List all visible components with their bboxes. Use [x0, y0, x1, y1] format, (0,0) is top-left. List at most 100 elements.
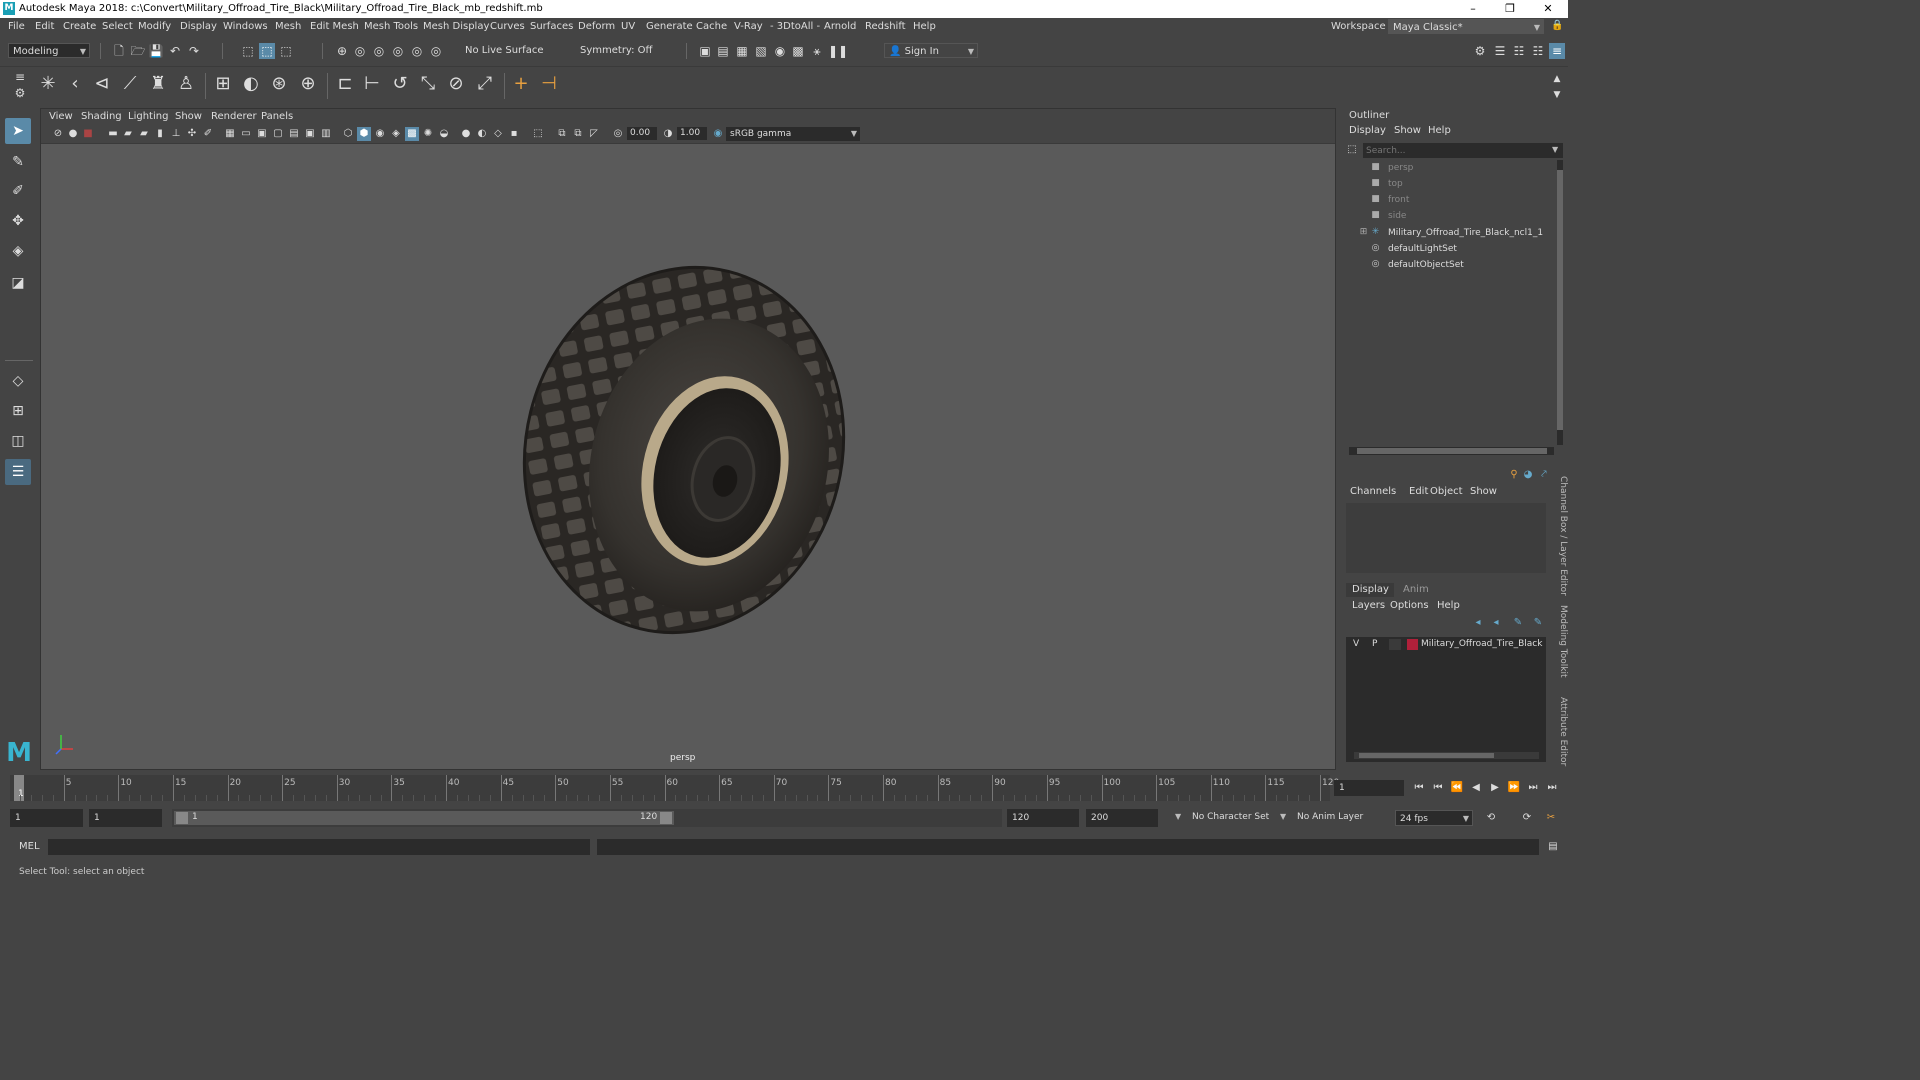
tab-anim[interactable]: Anim — [1403, 584, 1429, 595]
live-surface-field[interactable]: No Live Surface — [461, 43, 546, 58]
wireframe-icon[interactable]: ⬡ — [341, 127, 355, 141]
save-scene-icon[interactable]: 💾 — [148, 43, 164, 59]
go-to-end-icon[interactable]: ⏭ — [1545, 781, 1559, 795]
play-backward-icon[interactable]: ◀ — [1469, 781, 1483, 795]
undo-icon[interactable]: ↶ — [167, 43, 183, 59]
menu-vray[interactable]: V-Ray — [734, 21, 763, 32]
outliner-menu-show[interactable]: Show — [1394, 125, 1421, 136]
scale-tool-icon[interactable]: ◪ — [5, 270, 31, 296]
outliner-hscrollbar[interactable] — [1349, 447, 1554, 455]
animation-end-field[interactable]: 200 — [1086, 809, 1158, 827]
four-view-icon[interactable]: ⊞ — [5, 398, 31, 424]
scrollbar-thumb[interactable] — [1357, 448, 1547, 454]
vp-menu-renderer[interactable]: Renderer — [211, 111, 257, 122]
menu-generate[interactable]: Generate — [646, 21, 693, 32]
layers-menu-options[interactable]: Options — [1390, 600, 1429, 611]
chevron-down-icon[interactable]: ▼ — [1552, 145, 1558, 154]
select-tool-icon[interactable]: ➤ — [5, 118, 31, 144]
outliner-menu-display[interactable]: Display — [1349, 125, 1386, 136]
attribute-editor-icon[interactable]: ☰ — [1492, 43, 1508, 59]
render-view-icon[interactable]: ▣ — [697, 43, 713, 59]
step-back-key-icon[interactable]: ⏮ — [1431, 781, 1445, 795]
new-layer-icon[interactable]: ✎ — [1511, 616, 1525, 630]
menu-mesh-display[interactable]: Mesh Display — [423, 21, 489, 32]
chevron-down-icon[interactable]: ▼ — [1175, 812, 1181, 821]
safe-action-icon[interactable]: ▣ — [255, 127, 269, 141]
menu-mesh[interactable]: Mesh — [275, 21, 301, 32]
layers-menu-layers[interactable]: Layers — [1352, 600, 1385, 611]
resolution-gate-icon[interactable]: ✣ — [185, 127, 199, 141]
select-component-icon[interactable]: ⬚ — [278, 43, 294, 59]
menu-windows[interactable]: Windows — [223, 21, 268, 32]
go-to-start-icon[interactable]: ⏮ — [1412, 781, 1426, 795]
snap-curve-icon[interactable]: ◎ — [352, 43, 368, 59]
camera-select-icon[interactable]: ⊘ — [51, 127, 65, 141]
fps-dropdown[interactable]: 24 fps ▼ — [1395, 810, 1473, 826]
chevron-down-icon[interactable]: ▼ — [1280, 812, 1286, 821]
outliner-item-top[interactable]: ■ top — [1370, 176, 1403, 192]
use-lights-icon[interactable]: ✺ — [421, 127, 435, 141]
menu-select[interactable]: Select — [102, 21, 133, 32]
outliner-vscrollbar[interactable] — [1557, 160, 1563, 445]
constraint-point-icon[interactable]: ⊢ — [364, 75, 380, 93]
ik-spline-icon[interactable]: ⊲ — [94, 75, 110, 93]
gamma-icon[interactable]: ◑ — [661, 127, 675, 141]
constraint-orient-icon[interactable]: ⤡ — [420, 75, 436, 93]
channel-lock-icon[interactable]: ◕ — [1521, 468, 1535, 482]
single-view-icon[interactable]: ◇ — [5, 368, 31, 394]
loop-icon[interactable]: ⟲ — [1484, 811, 1498, 825]
menu-edit-mesh[interactable]: Edit Mesh — [310, 21, 359, 32]
tab-attribute-editor[interactable]: Attribute Editor — [1553, 697, 1568, 767]
outliner-layout-icon[interactable]: ☰ — [5, 459, 31, 485]
animation-start-field[interactable]: 1 — [10, 809, 83, 827]
step-forward-key-icon[interactable]: ⏭ — [1526, 781, 1540, 795]
blend-shape-icon[interactable]: ⊕ — [300, 75, 316, 93]
motion-blur-icon[interactable]: ◐ — [475, 127, 489, 141]
current-frame-field[interactable]: 1 — [1334, 780, 1404, 796]
paint-select-icon[interactable]: ✐ — [5, 178, 31, 204]
menu-surfaces[interactable]: Surfaces — [530, 21, 573, 32]
range-slider-handle[interactable]: 1 120 — [174, 811, 674, 825]
menu-cache[interactable]: Cache — [696, 21, 727, 32]
film-gate-icon[interactable]: ⊥ — [169, 127, 183, 141]
menu-mesh-tools[interactable]: Mesh Tools — [364, 21, 418, 32]
layer-hscrollbar[interactable] — [1354, 752, 1539, 759]
snap-view-icon[interactable]: ◎ — [390, 43, 406, 59]
channels-menu-object[interactable]: Object — [1430, 486, 1463, 497]
vp-menu-view[interactable]: View — [49, 111, 73, 122]
tool-settings-icon[interactable]: ☷ — [1511, 43, 1527, 59]
menu-file[interactable]: File — [8, 21, 25, 32]
menu-deform[interactable]: Deform — [578, 21, 615, 32]
skin-weights-icon[interactable]: ⊏ — [337, 75, 353, 93]
filter-icon[interactable]: ⬚ — [1345, 143, 1359, 157]
outliner-toggle-icon[interactable]: ≡ — [1549, 43, 1565, 59]
outliner-item-front[interactable]: ■ front — [1370, 192, 1409, 208]
menu-arnold[interactable]: Arnold — [824, 21, 856, 32]
depth-of-field-icon[interactable]: ▪ — [507, 127, 521, 141]
menu-modify[interactable]: Modify — [138, 21, 171, 32]
channels-menu-channels[interactable]: Channels — [1350, 486, 1396, 497]
menu-3dtoall[interactable]: - 3DtoAll - — [770, 21, 820, 32]
layer-visibility-toggle[interactable]: V — [1353, 639, 1359, 649]
layer-move-down-icon[interactable]: ◂ — [1489, 616, 1503, 630]
animation-preferences-icon[interactable]: ✂ — [1544, 811, 1558, 825]
lock-icon[interactable]: 🔒 — [1551, 20, 1563, 31]
vp-menu-shading[interactable]: Shading — [81, 111, 122, 122]
expand-icon[interactable]: ⊞ — [1358, 227, 1369, 238]
outliner-item-tire[interactable]: ⊞ ✳ Military_Offroad_Tire_Black_ncl1_1 — [1358, 225, 1543, 241]
new-layer-selected-icon[interactable]: ✎ — [1531, 616, 1545, 630]
select-object-icon[interactable]: ⬚ — [259, 43, 275, 59]
menu-help[interactable]: Help — [913, 21, 936, 32]
outliner-item-persp[interactable]: ■ persp — [1370, 160, 1413, 176]
new-scene-icon[interactable]: 🗋 — [111, 43, 127, 59]
ik-handle-icon[interactable]: ‹ — [67, 75, 83, 93]
shelf-menu-icon[interactable]: ≡ — [12, 69, 28, 85]
play-forward-icon[interactable]: ▶ — [1488, 781, 1502, 795]
minimize-button[interactable]: – — [1463, 2, 1483, 16]
snap-grid-icon[interactable]: ⊕ — [334, 43, 350, 59]
tire-model[interactable] — [509, 265, 849, 645]
quick-rig-icon[interactable]: ♙ — [178, 75, 194, 93]
snap-point-icon[interactable]: ◎ — [371, 43, 387, 59]
anti-aliasing-icon[interactable]: ◇ — [491, 127, 505, 141]
close-button[interactable]: ✕ — [1538, 2, 1558, 16]
